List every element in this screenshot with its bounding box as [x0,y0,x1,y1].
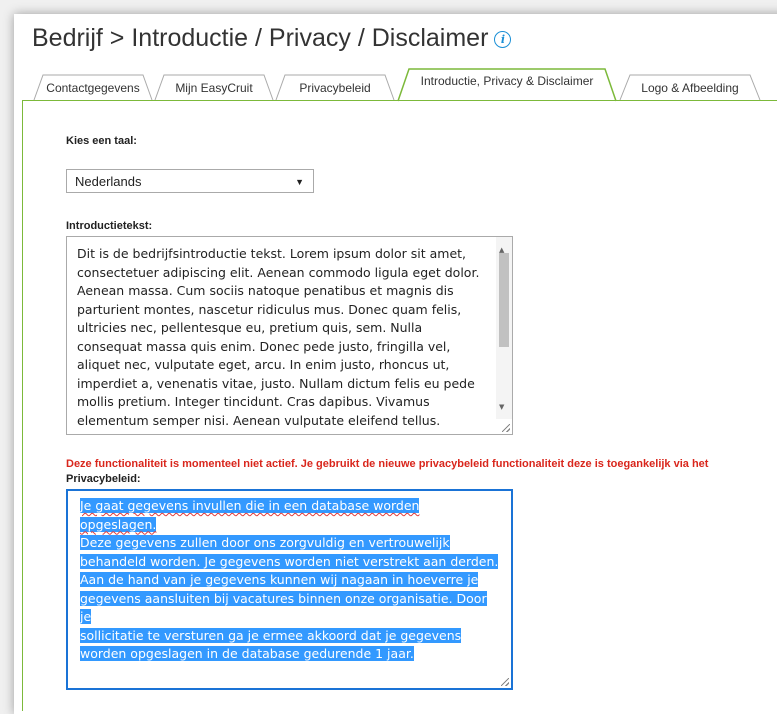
tab-contactgegevens[interactable]: Contactgegevens [33,74,153,101]
resize-handle-icon[interactable] [502,424,510,432]
language-select-value: Nederlands [75,174,142,189]
introduction-line: ultricies nec, pellentesque eu, pretium … [77,320,423,335]
introduction-line: imperdiet a, venenatis vitae, justo. Nul… [77,375,475,391]
introduction-line: mollis pretium. Integer tincidunt. Cras … [77,394,430,409]
privacy-label: Privacybeleid: [66,473,141,485]
introduction-line: aliquet nec, vulputate eget, arcu. In en… [77,357,450,372]
introduction-line: elementum semper nisi. Aenean vulputate … [77,412,441,428]
introduction-line: Aenean massa. Cum sociis natoque penatib… [77,283,454,298]
privacy-line: worden opgeslagen in de database geduren… [80,646,414,661]
introduction-textarea[interactable]: Dit is de bedrijfsintroductie tekst. Lor… [66,236,513,435]
tab-label: Contactgegevens [46,81,140,95]
privacy-line: behandeld worden. Je gegevens worden nie… [80,553,499,569]
introduction-line: consectetuer adipiscing elit. Aenean com… [77,264,480,280]
tab-logo-afbeelding[interactable]: Logo & Afbeelding [619,74,761,101]
page-title-text: Bedrijf > Introductie / Privacy / Discla… [32,24,489,52]
scrollbar-thumb[interactable] [499,253,509,347]
tab-bar: Contactgegevens Mijn EasyCruit Privacybe… [22,68,777,102]
tab-label: Privacybeleid [299,81,371,95]
tab-label: Introductie, Privacy & Disclaimer [420,74,594,88]
warning-message: Deze functionaliteit is momenteel niet a… [66,458,709,470]
chevron-down-icon: ▼ [295,177,304,187]
tab-mijn-easycruit[interactable]: Mijn EasyCruit [154,74,274,101]
privacy-textarea[interactable]: Je gaat gegevens invullen die in een dat… [66,489,513,690]
tab-label: Mijn EasyCruit [175,81,253,95]
scroll-down-icon[interactable]: ▼ [499,398,504,417]
tab-label: Logo & Afbeelding [641,81,739,95]
introduction-line: parturient montes, nascetur ridiculus mu… [77,301,462,317]
introduction-scrollbar[interactable]: ▲ ▼ [496,237,512,419]
introduction-line: Dit is de bedrijfsintroductie tekst. Lor… [77,246,467,261]
privacy-line: sollicitatie te versturen ga je ermee ak… [80,627,462,643]
language-label: Kies een taal: [66,135,137,147]
resize-handle-icon[interactable] [501,678,509,686]
privacy-line: Deze gegevens zullen door ons zorgvuldig… [80,535,450,550]
introduction-label: Introductietekst: [66,220,153,232]
privacy-line: Aan de hand van je gegevens kunnen wij n… [80,572,479,587]
page-title: Bedrijf > Introductie / Privacy / Discla… [32,24,512,53]
language-select[interactable]: Nederlands ▼ [66,169,314,193]
tab-introductie-privacy-disclaimer[interactable]: Introductie, Privacy & Disclaimer [397,68,617,102]
tab-privacybeleid[interactable]: Privacybeleid [275,74,395,101]
privacy-line: Je gaat gegevens invullen die in een dat… [80,498,420,532]
info-icon[interactable]: i [494,30,512,48]
privacy-line: gegevens aansluiten bij vacatures binnen… [80,590,487,624]
introduction-line: consequat massa quis enim. Donec pede ju… [77,338,451,354]
